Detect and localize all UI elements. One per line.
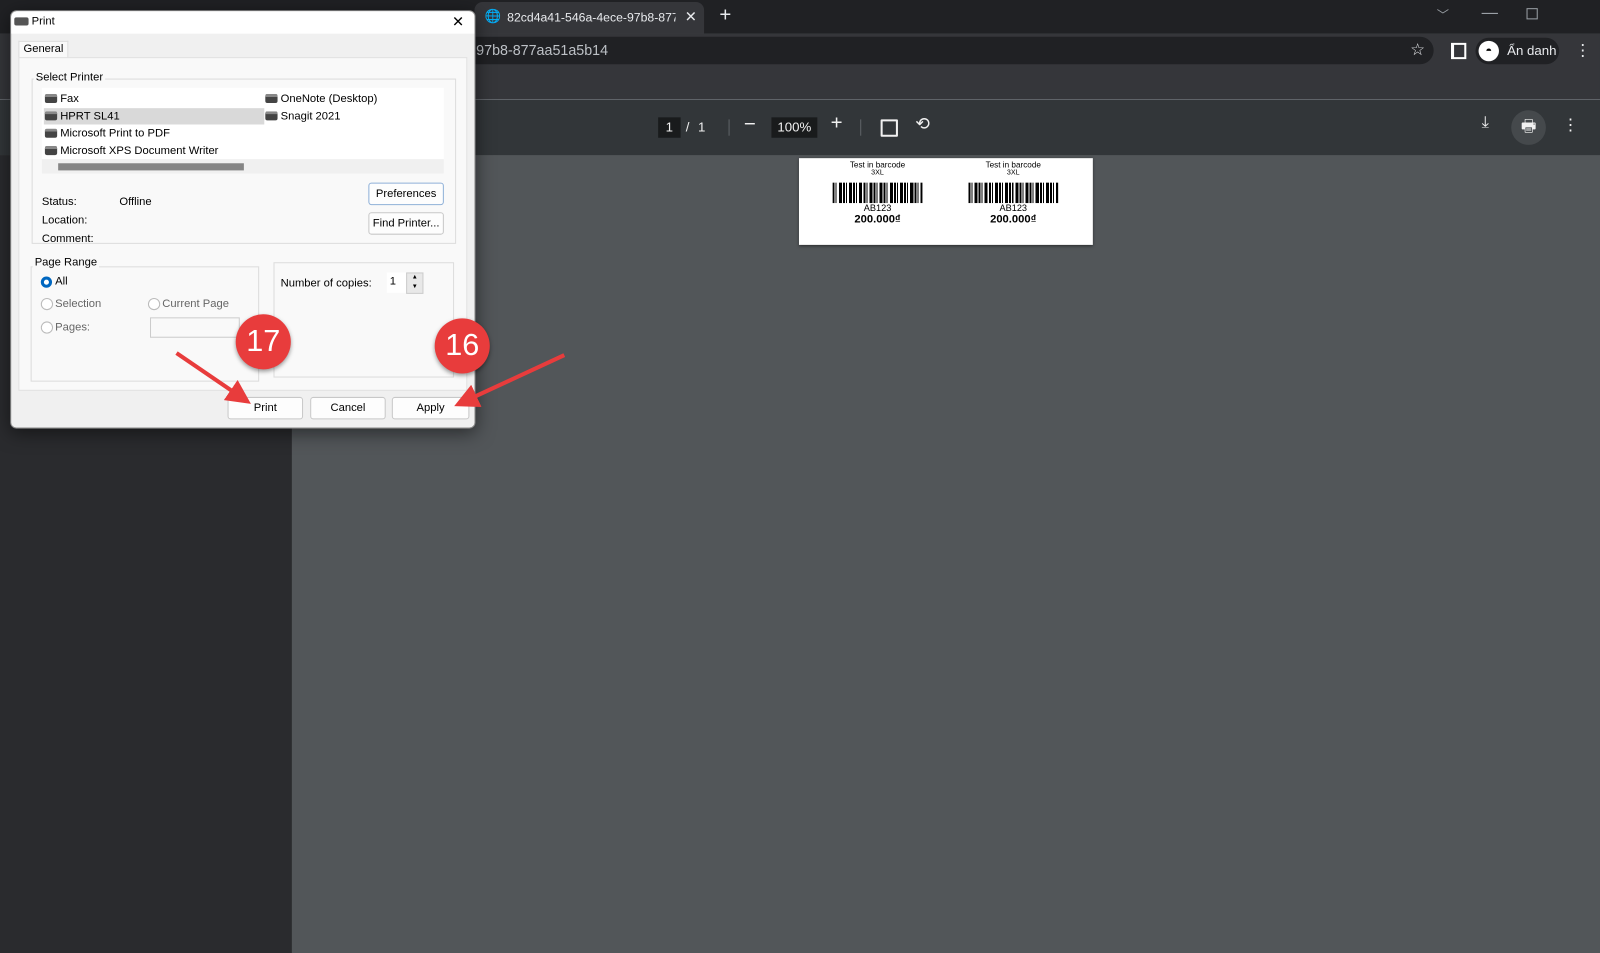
annotation-arrows — [175, 351, 566, 407]
step-badge-17: 17 — [235, 314, 291, 370]
step-badge-16: 16 — [434, 318, 490, 374]
arrow-to-print — [175, 351, 251, 404]
